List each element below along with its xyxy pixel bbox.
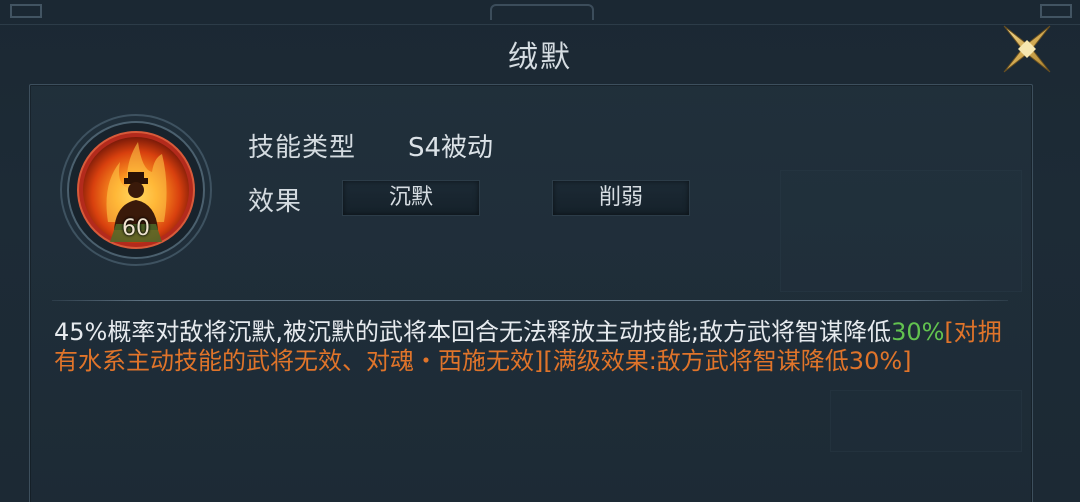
description-main-text: 45%概率对敌将沉默,被沉默的武将本回合无法释放主动技能;敌方武将智谋降低	[54, 318, 892, 346]
effect-label: 效果	[248, 187, 303, 217]
skill-description: 45%概率对敌将沉默,被沉默的武将本回合无法释放主动技能;敌方武将智谋降低30%…	[54, 318, 1014, 376]
effect-tag-silence: 沉默	[342, 180, 480, 216]
frame-corner-left	[10, 4, 42, 18]
skill-dialog-screen: 绒默 60 技能类型 S4被动 效果 沉默 削弱 45%概率对敌将沉默,被沉默的…	[0, 0, 1080, 502]
close-x-icon	[1003, 25, 1051, 73]
section-divider	[52, 300, 1008, 301]
skill-type-label: 技能类型	[248, 133, 357, 163]
frame-center-ornament	[490, 4, 594, 20]
dialog-title: 绒默	[508, 40, 572, 75]
skill-level-number: 60	[122, 216, 150, 241]
description-highlight-value: 30%	[891, 318, 945, 346]
effect-tag-weaken: 削弱	[552, 180, 690, 216]
frame-corner-right	[1040, 4, 1072, 18]
skill-icon-frame	[58, 112, 214, 268]
skill-portrait-icon	[60, 114, 212, 266]
close-button[interactable]	[1000, 22, 1054, 76]
skill-type-value: S4被动	[408, 133, 494, 163]
